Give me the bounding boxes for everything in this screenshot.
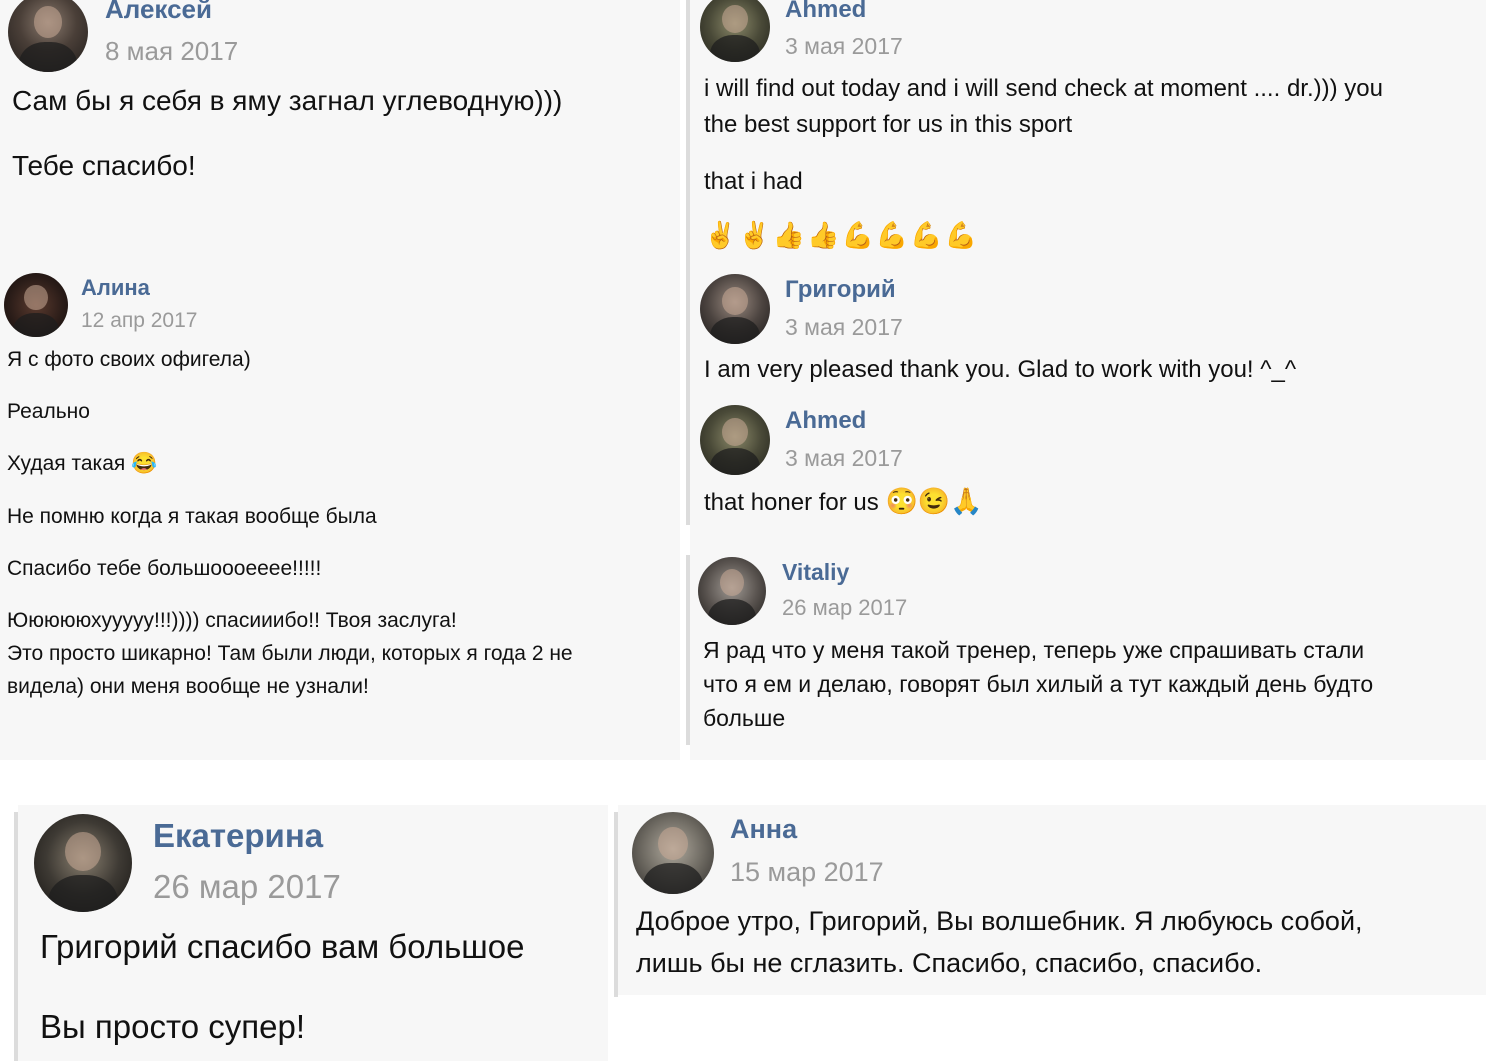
message-line: Худая такая 😂 [7,452,157,476]
message-line: the best support for us in this sport [704,111,1073,138]
author-name[interactable]: Алина [81,275,150,301]
message-line: that honer for us 😳😉🙏 [704,486,983,517]
avatar[interactable] [4,273,68,337]
divider-bottom-right [614,812,618,997]
post-date[interactable]: 26 мар 2017 [782,595,907,621]
message-line: I am very pleased thank you. Glad to wor… [704,356,1297,383]
message-line: что я ем и делаю, говорят был хилый а ту… [703,671,1374,697]
message-line: Я рад что у меня такой тренер, теперь уж… [703,637,1365,663]
message-line: that i had [704,168,803,195]
author-name[interactable]: Ahmed [785,407,866,435]
author-name[interactable]: Алексей [105,0,212,25]
divider-middle [686,555,690,745]
post-date[interactable]: 3 мая 2017 [785,445,903,472]
post-date[interactable]: 8 мая 2017 [105,36,238,67]
post-date[interactable]: 3 мая 2017 [785,314,903,341]
flushed-wink-pray-emoji-icon: 😳😉🙏 [885,486,983,516]
avatar[interactable] [632,812,714,894]
message-text: that honer for us [704,489,879,516]
post-date[interactable]: 12 апр 2017 [81,309,197,333]
avatar[interactable] [34,814,132,912]
message-line: Спасибо тебе большоооееее!!!!! [7,557,322,580]
hands-emoji-icon: ✌️✌️👍👍💪💪💪💪 [704,220,979,250]
post-date[interactable]: 15 мар 2017 [730,857,884,888]
message-line: Доброе утро, Григорий, Вы волшебник. Я л… [636,906,1363,936]
message-line: Юююююхууууу!!!)))) спасииибо!! Твоя засл… [7,609,457,632]
message-line: видела) они меня вообще не узнали! [7,675,369,698]
author-name[interactable]: Анна [730,814,797,845]
message-line: Я с фото своих офигела) [7,348,251,371]
message-line: Сам бы я себя в яму загнал углеводную))) [12,85,563,116]
message-line: лишь бы не сглазить. Спасибо, спасибо, с… [636,948,1263,978]
divider-bottom-left [14,812,18,1061]
message-line: Тебе спасибо! [12,150,196,181]
message-line: Григорий спасибо вам большое [40,928,525,965]
author-name[interactable]: Екатерина [153,817,323,855]
message-line: Вы просто супер! [40,1008,305,1045]
divider-top [686,0,690,525]
avatar[interactable] [698,557,766,625]
post-date[interactable]: 3 мая 2017 [785,33,903,60]
avatar[interactable] [700,0,770,62]
message-line: Это просто шикарно! Там были люди, котор… [7,642,573,665]
message-line: i will find out today and i will send ch… [704,75,1383,102]
post-date[interactable]: 26 мар 2017 [153,868,341,906]
message-text: Худая такая [7,452,126,475]
author-name[interactable]: Vitaliy [782,559,849,586]
author-name[interactable]: Ahmed [785,0,866,24]
author-name[interactable]: Григорий [785,276,896,304]
message-line: Не помню когда я такая вообще была [7,505,377,528]
avatar[interactable] [8,0,88,72]
message-line: Реально [7,400,90,423]
laughing-emoji-icon: 😂 [131,452,158,475]
avatar[interactable] [700,405,770,475]
avatar[interactable] [700,274,770,344]
message-line: больше [703,705,786,731]
